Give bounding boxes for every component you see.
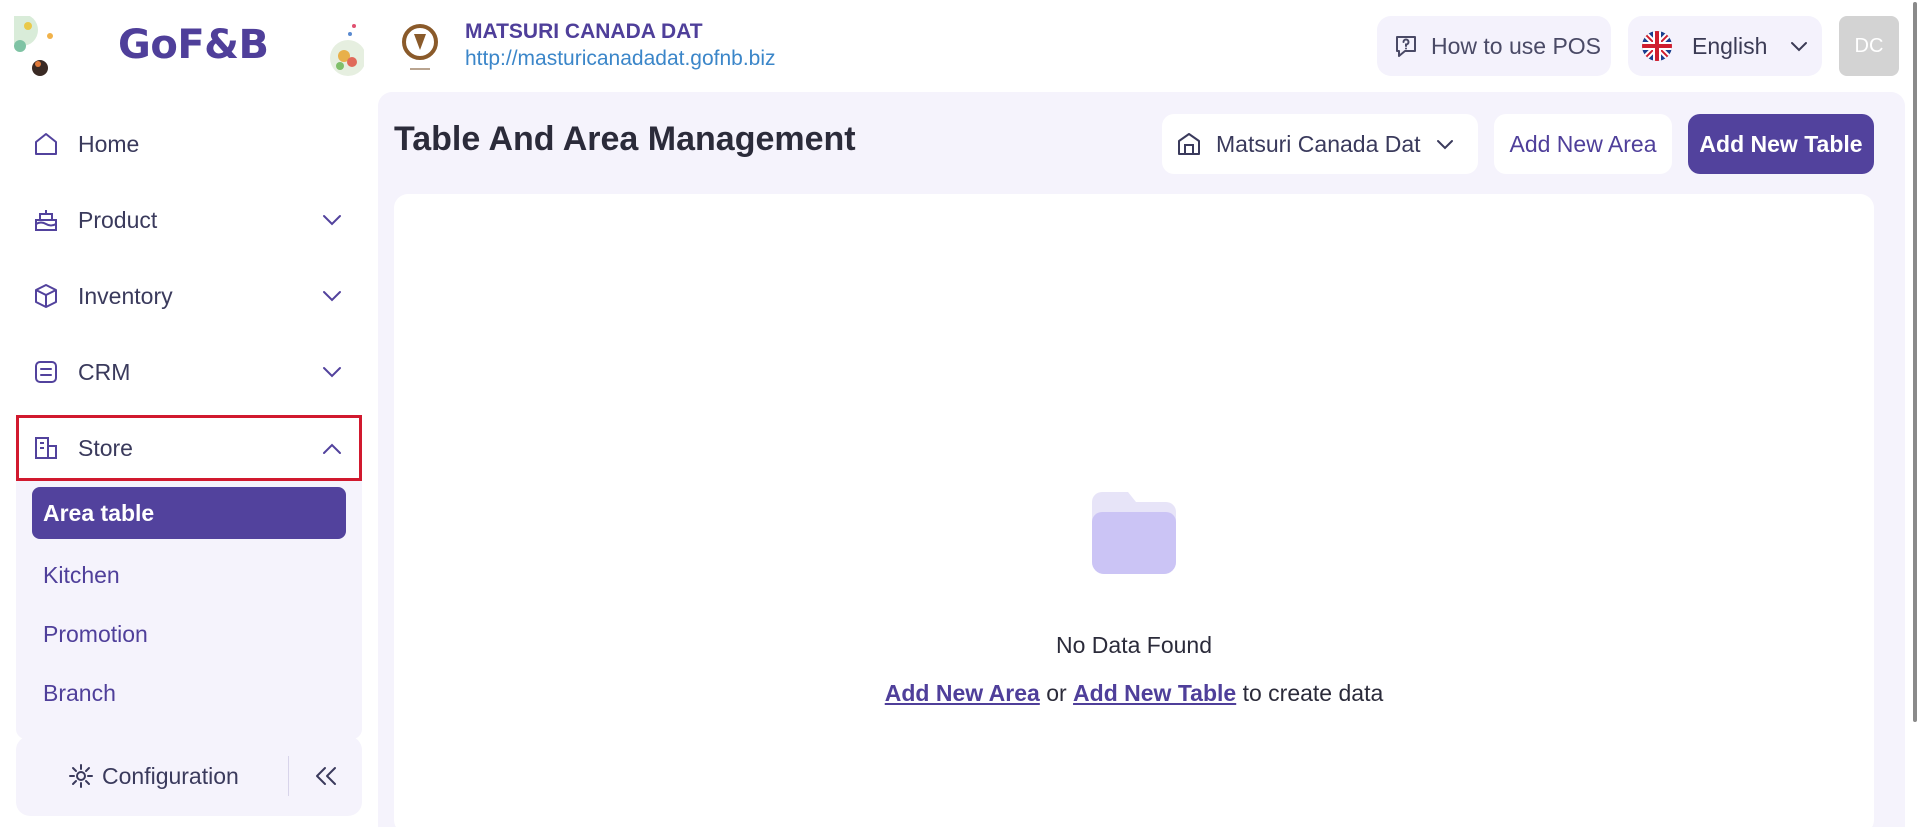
empty-folder-icon [1092,492,1176,574]
store-submenu: Area table Kitchen Promotion Branch [16,481,362,739]
language-selector[interactable]: English [1628,16,1822,76]
empty-state-or: or [1046,680,1067,706]
sidebar-item-label: Store [78,434,133,461]
store-icon [35,437,57,459]
content-card: No Data Found Add New Area or Add New Ta… [394,194,1874,834]
user-avatar[interactable]: DC [1839,16,1899,76]
brand-logo: GoF&B [118,22,269,68]
branch-building-icon [1178,133,1200,155]
store-url-link[interactable]: http://masturicanadadat.gofnb.biz [465,47,776,71]
sidebar-item-label: CRM [78,358,131,385]
submenu-item-area-table[interactable]: Area table [32,487,346,539]
chevron-down-icon [323,367,341,378]
avatar-initials: DC [1854,34,1884,57]
submenu-item-branch[interactable]: Branch [32,664,346,723]
sidebar-item-home[interactable]: Home [16,106,362,182]
submenu-item-promotion[interactable]: Promotion [32,605,346,664]
sidebar-item-inventory[interactable]: Inventory [16,258,362,334]
chevron-down-icon [323,291,341,302]
add-new-table-button[interactable]: Add New Table [1688,114,1874,174]
chevron-up-icon [323,443,341,454]
empty-state-suffix: to create data [1242,680,1384,706]
add-new-area-button[interactable]: Add New Area [1494,114,1672,174]
submenu-item-kitchen[interactable]: Kitchen [32,546,346,605]
home-icon [35,133,57,155]
sidebar-item-store[interactable]: Store [16,415,362,481]
chevron-down-icon [323,215,341,226]
main-content: Table And Area Management Matsuri Canada… [378,92,1905,834]
sidebar-item-label: Inventory [78,282,173,309]
branch-selector-label: Matsuri Canada Dat [1216,130,1421,157]
chevron-down-icon [1436,140,1453,150]
configuration-button[interactable]: Configuration [16,763,288,790]
add-new-area-link[interactable]: Add New Area [885,680,1040,706]
sidebar-item-label: Home [78,130,140,157]
double-chevron-left-icon [316,767,336,785]
box-icon [35,284,57,308]
empty-state-message: Add New Area or Add New Table to create … [394,680,1874,707]
sidebar-item-crm[interactable]: CRM [16,334,362,410]
cake-icon [35,210,57,231]
how-to-use-pos-button[interactable]: How to use POS [1377,16,1611,76]
chevron-down-icon [1791,42,1808,52]
collapse-sidebar-button[interactable] [289,764,361,788]
settings-gear-icon [69,764,93,788]
sidebar-item-label: Product [78,206,158,233]
help-chat-icon [1396,36,1416,57]
sidebar: Home Product Inventory CRM Store Area ta… [16,106,362,739]
configuration-label: Configuration [102,762,239,789]
add-new-table-link[interactable]: Add New Table [1073,680,1236,706]
uk-flag-icon [1642,31,1672,61]
how-to-use-pos-label: How to use POS [1431,32,1602,59]
food-decoration-icon [330,24,364,76]
store-logo-icon [402,24,438,70]
brand-logo-area[interactable]: GoF&B [14,14,364,78]
crm-icon [35,361,57,383]
store-name: MATSURI CANADA DAT [465,20,703,43]
scrollbar-thumb[interactable] [1913,2,1917,722]
food-decoration-icon [14,16,53,76]
page-title: Table And Area Management [394,120,856,158]
language-label: English [1692,32,1768,59]
configuration-bar: Configuration [16,736,362,816]
branch-selector[interactable]: Matsuri Canada Dat [1162,114,1478,174]
empty-state-title: No Data Found [1056,632,1212,658]
sidebar-item-product[interactable]: Product [16,182,362,258]
